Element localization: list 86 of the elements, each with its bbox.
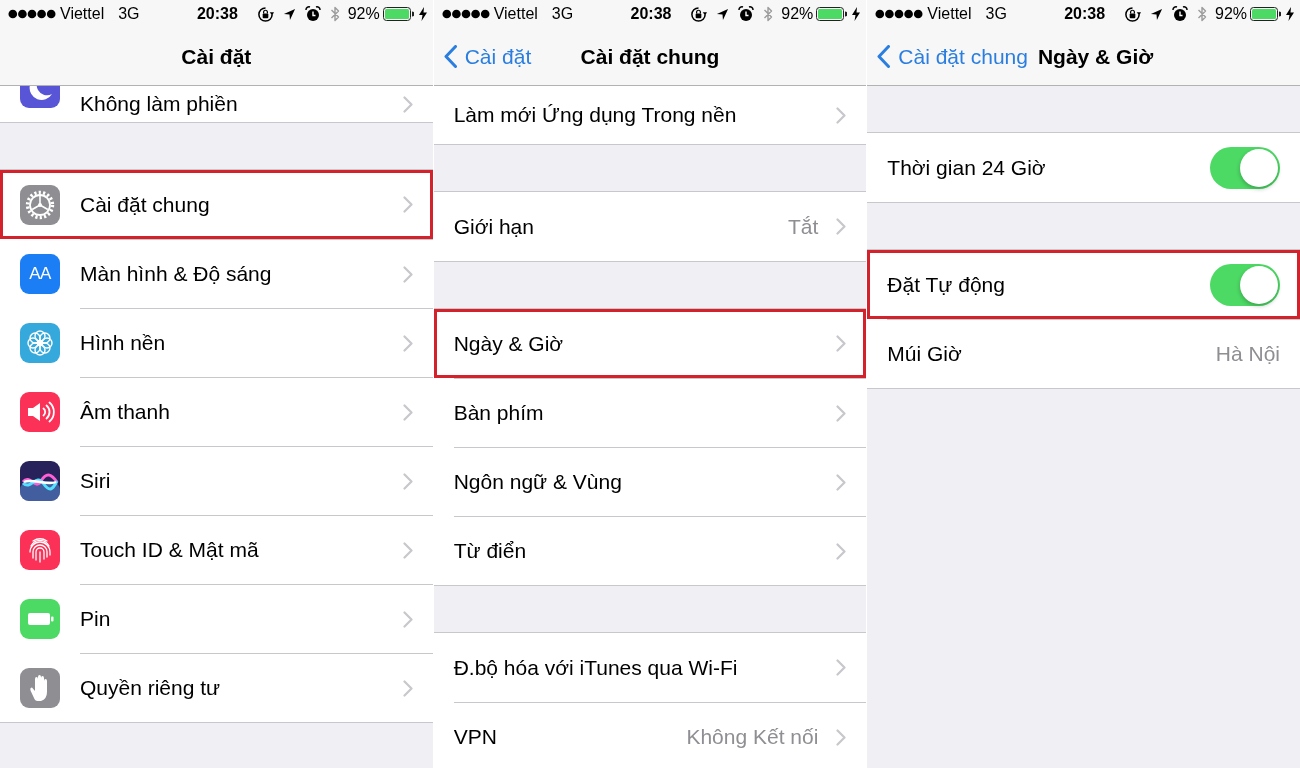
battery-percent: 92%	[781, 4, 814, 24]
alarm-clock-icon	[304, 6, 321, 22]
back-button[interactable]: Cài đặt chung	[867, 34, 1032, 79]
rotation-lock-icon	[1124, 5, 1141, 23]
nav-title: Cài đặt	[180, 43, 253, 70]
row-label: Làm mới Ứng dụng Trong nền	[453, 102, 738, 129]
alarm-clock-icon	[738, 6, 755, 22]
row-label: Đ.bộ hóa với iTunes qua Wi-Fi	[453, 654, 739, 681]
chevron-right-icon	[402, 403, 413, 421]
row-label: Màn hình & Độ sáng	[80, 261, 273, 288]
bluetooth-icon	[1197, 5, 1207, 23]
bluetooth-icon	[763, 5, 774, 23]
charging-bolt-icon	[1286, 7, 1294, 21]
settings-row[interactable]: Đặt Tự động	[867, 250, 1300, 319]
alarm-clock-icon	[1172, 6, 1188, 22]
charging-bolt-icon	[418, 7, 427, 21]
row-label: Ngày & Giờ	[453, 330, 565, 357]
battery-icon	[382, 7, 414, 21]
chevron-right-icon	[402, 679, 413, 697]
row-label: Touch ID & Mật mã	[80, 537, 260, 564]
chevron-right-icon	[836, 728, 847, 746]
row-value: Không Kết nối	[686, 724, 819, 751]
network-type: 3G	[985, 4, 1007, 24]
row-label: Giới hạn	[453, 213, 535, 240]
clock-time: 20:38	[629, 4, 673, 24]
chevron-right-icon	[836, 106, 847, 124]
back-button[interactable]: Cài đặt	[433, 34, 536, 79]
bluetooth-icon	[329, 5, 340, 23]
chevron-right-icon	[402, 196, 413, 213]
row-value: Tắt	[788, 213, 819, 240]
row-value: Hà Nội	[1215, 341, 1280, 368]
settings-row[interactable]: Cài đặt chung	[0, 170, 433, 239]
signal-dots-icon	[875, 9, 924, 19]
row-label: Bàn phím	[453, 400, 545, 427]
chevron-right-icon	[836, 335, 847, 352]
chevron-right-icon	[402, 541, 413, 559]
battery-icon	[1250, 7, 1281, 21]
location-arrow-icon	[282, 7, 296, 21]
carrier-name: Viettel	[60, 4, 105, 24]
chevron-right-icon	[836, 218, 847, 235]
nav-title: Cài đặt chung	[579, 43, 721, 70]
signal-dots-icon	[441, 9, 490, 19]
nav-title: Ngày & Giờ	[1036, 43, 1155, 70]
chevron-left-icon	[443, 45, 457, 68]
carrier-name: Viettel	[493, 4, 538, 24]
location-arrow-icon	[1150, 7, 1163, 21]
clock-time: 20:38	[1063, 4, 1107, 24]
location-arrow-icon	[716, 7, 730, 21]
chevron-right-icon	[836, 473, 847, 491]
chevron-left-icon	[877, 45, 891, 68]
network-type: 3G	[551, 4, 574, 24]
chevron-right-icon	[402, 334, 413, 352]
text-size-icon: AA	[20, 253, 60, 294]
rotation-lock-icon	[256, 5, 274, 23]
chevron-right-icon	[402, 95, 413, 113]
chevron-right-icon	[402, 265, 413, 283]
chevron-right-icon	[402, 472, 413, 490]
row-label: Quyền riêng tư	[80, 675, 222, 702]
chevron-right-icon	[836, 659, 847, 676]
chevron-right-icon	[836, 542, 847, 560]
clock-time: 20:38	[195, 4, 239, 24]
row-label: Múi Giờ	[887, 341, 963, 368]
chevron-right-icon	[402, 610, 413, 628]
battery-percent: 92%	[1215, 4, 1247, 24]
row-label: VPN	[453, 724, 498, 751]
row-label: Pin	[80, 606, 112, 633]
row-label: Âm thanh	[80, 399, 171, 426]
row-label: Thời gian 24 Giờ	[887, 154, 1047, 181]
signal-dots-icon	[8, 9, 56, 19]
row-label: Siri	[80, 468, 112, 495]
charging-bolt-icon	[852, 7, 861, 21]
row-label: Cài đặt chung	[80, 191, 211, 218]
network-type: 3G	[118, 4, 140, 24]
toggle-switch[interactable]	[1210, 263, 1280, 306]
battery-icon	[816, 7, 848, 21]
row-label: Từ điển	[453, 538, 528, 565]
rotation-lock-icon	[690, 5, 708, 23]
row-label: Không làm phiền	[80, 91, 239, 118]
chevron-right-icon	[836, 404, 847, 422]
row-label: Đặt Tự động	[887, 271, 1006, 298]
battery-percent: 92%	[347, 4, 380, 24]
settings-row[interactable]: Ngày & Giờ	[433, 309, 867, 378]
carrier-name: Viettel	[927, 4, 972, 24]
toggle-switch[interactable]	[1210, 146, 1280, 189]
row-label: Ngôn ngữ & Vùng	[453, 469, 623, 496]
row-label: Hình nền	[80, 330, 167, 357]
